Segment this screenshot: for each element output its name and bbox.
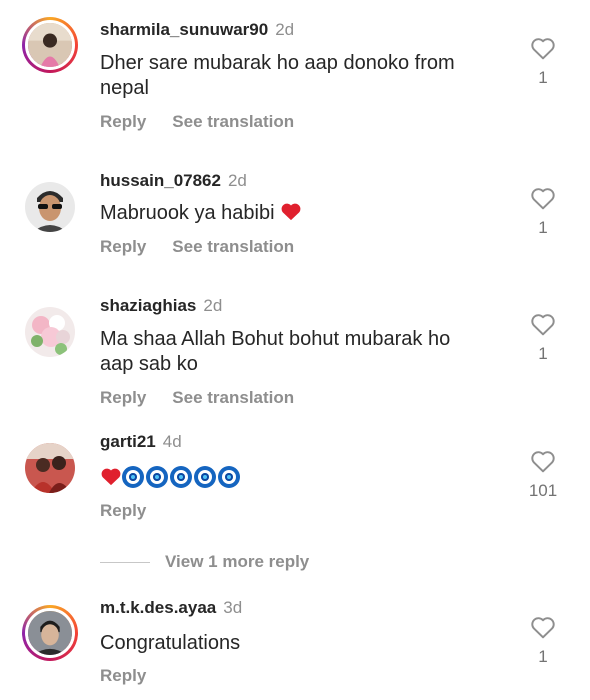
nazar-amulet-icon — [194, 466, 216, 488]
like-count: 1 — [538, 344, 548, 363]
comment-meta: hussain_07862 2d — [100, 171, 247, 191]
comment-text — [100, 466, 500, 491]
view-more-label: View 1 more reply — [165, 552, 310, 571]
comment-actions: Reply See translation — [100, 112, 320, 132]
like-count: 101 — [528, 481, 558, 500]
heart-outline-icon[interactable] — [530, 186, 556, 210]
see-translation-button[interactable]: See translation — [172, 237, 294, 256]
comment-text-line: Mabruook ya habibi — [100, 202, 275, 224]
comment-meta: sharmila_sunuwar90 2d — [100, 20, 294, 40]
comment-actions: Reply — [100, 501, 172, 521]
avatar[interactable] — [22, 17, 78, 73]
username[interactable]: m.t.k.des.ayaa — [100, 598, 216, 617]
reply-button[interactable]: Reply — [100, 237, 146, 256]
view-more-replies-button[interactable]: View 1 more reply — [100, 550, 309, 574]
avatar-image — [25, 20, 75, 70]
heart-outline-icon[interactable] — [530, 312, 556, 336]
like-count: 1 — [538, 647, 548, 666]
comment-actions: Reply See translation — [100, 237, 320, 257]
avatar[interactable] — [25, 443, 75, 493]
nazar-amulet-icon — [122, 466, 144, 488]
reply-button[interactable]: Reply — [100, 388, 146, 407]
comment-time: 2d — [227, 171, 247, 190]
username[interactable]: garti21 — [100, 432, 156, 451]
red-heart-icon — [281, 203, 301, 221]
comment-meta: garti21 4d — [100, 432, 182, 452]
nazar-amulet-icon — [218, 466, 240, 488]
see-translation-button[interactable]: See translation — [172, 112, 294, 131]
username[interactable]: shaziaghias — [100, 296, 196, 315]
comment-time: 3d — [223, 598, 243, 617]
comment-text-line: aap sab ko — [100, 353, 198, 375]
comment-text: Mabruook ya habibi — [100, 201, 500, 226]
comment-text: Ma shaa Allah Bohut bohut mubarak ho aap… — [100, 327, 500, 377]
like-control: 1 — [528, 312, 558, 364]
avatar[interactable] — [25, 307, 75, 357]
like-count: 1 — [538, 68, 548, 87]
reply-button[interactable]: Reply — [100, 666, 146, 685]
comment-text-line: Dher sare mubarak ho aap donoko from — [100, 52, 455, 74]
comment-actions: Reply See translation — [100, 388, 320, 408]
like-control: 1 — [528, 186, 558, 238]
avatar-image — [25, 182, 75, 232]
heart-outline-icon[interactable] — [530, 449, 556, 473]
username[interactable]: hussain_07862 — [100, 171, 221, 190]
comment-text: Dher sare mubarak ho aap donoko from nep… — [100, 51, 500, 101]
comment-text-line: Ma shaa Allah Bohut bohut mubarak ho — [100, 328, 451, 350]
divider-line — [100, 561, 150, 563]
heart-outline-icon[interactable] — [530, 36, 556, 60]
reply-button[interactable]: Reply — [100, 112, 146, 131]
comment-text: Congratulations — [100, 631, 500, 656]
nazar-amulet-icon — [170, 466, 192, 488]
like-count: 1 — [538, 218, 548, 237]
avatar[interactable] — [22, 605, 78, 661]
avatar-image — [25, 608, 75, 658]
avatar-image — [25, 307, 75, 357]
like-control: 1 — [528, 36, 558, 88]
heart-outline-icon[interactable] — [530, 615, 556, 639]
see-translation-button[interactable]: See translation — [172, 388, 294, 407]
nazar-amulet-icon — [146, 466, 168, 488]
like-control: 1 — [528, 615, 558, 667]
comment-meta: m.t.k.des.ayaa 3d — [100, 598, 242, 618]
username[interactable]: sharmila_sunuwar90 — [100, 20, 268, 39]
red-heart-icon — [101, 468, 121, 486]
avatar[interactable] — [25, 182, 75, 232]
comment-text-line: Congratulations — [100, 632, 241, 654]
like-control: 101 — [520, 449, 566, 501]
comment-actions: Reply — [100, 666, 172, 686]
comment-time: 2d — [203, 296, 223, 315]
avatar-image — [25, 443, 75, 493]
comment-meta: shaziaghias 2d — [100, 296, 222, 316]
comment-time: 4d — [162, 432, 182, 451]
comment-time: 2d — [275, 20, 295, 39]
reply-button[interactable]: Reply — [100, 501, 146, 520]
comment-text-line: nepal — [100, 77, 149, 99]
